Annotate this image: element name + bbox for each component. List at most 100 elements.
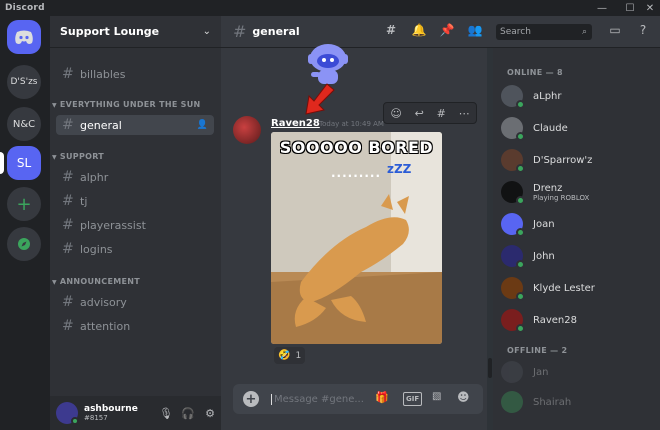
category-everything[interactable]: ▼ EVERYTHING UNDER THE SUN [52,100,201,109]
bell-icon[interactable]: 🔔 [409,23,429,41]
chevron-down-icon: ▼ [52,279,57,286]
channel-logins[interactable]: # logins [56,239,214,259]
channel-attention[interactable]: # attention [56,316,214,336]
search-input[interactable]: Search ⌕ [496,24,592,40]
online-status-icon [516,196,525,205]
server-dszs[interactable]: D'S'zs [7,65,41,99]
hash-icon: # [62,318,74,334]
category-label: SUPPORT [59,152,105,161]
message-actions-bar: ☺ ↩ # ⋯ [383,102,477,124]
channel-billables[interactable]: # billables [56,64,214,84]
reaction-chip[interactable]: 🤣 1 [274,347,306,364]
username: ashbourne [84,404,138,414]
hash-icon: # [62,193,74,209]
online-status-icon [71,417,79,425]
channel-general[interactable]: # general 👤 [56,115,214,135]
hash-icon: # [62,66,74,82]
chevron-down-icon: ▼ [52,102,57,109]
gear-icon[interactable]: ⚙ [199,407,221,420]
add-reaction-icon[interactable]: ☺ [390,107,401,120]
chevron-down-icon: ▼ [52,154,57,161]
member-list: ONLINE — 8 aLphr Claude D'Sparrow'z Drenz Pl… [493,48,660,430]
member-item[interactable]: Klyde Lester [501,276,651,301]
home-button[interactable] [7,20,41,54]
gif-attachment[interactable]: SOOOOO BORED ......... zZZ [271,132,442,344]
gif-picker-button[interactable]: GIF [403,392,423,406]
channel-label: billables [80,67,126,81]
guild-header[interactable]: Support Lounge ⌄ [50,16,221,48]
channel-topbar: # general # 🔔 📌 👥 Search ⌕ ▭ ? [221,16,660,48]
member-activity: Playing ROBLOX [533,193,590,202]
member-list-icon[interactable]: 👥 [465,23,485,41]
member-item[interactable]: D'Sparrow'z [501,148,651,173]
user-tag: #8157 [84,414,108,422]
app-title: Discord [5,3,45,13]
avatar [501,181,525,205]
emoji-icon[interactable]: ☻ [457,390,470,404]
avatar [501,309,525,333]
channel-alphr[interactable]: # alphr [56,167,214,187]
threads-icon[interactable]: # [381,23,401,41]
member-item[interactable]: aLphr [501,84,651,109]
avatar[interactable] [233,116,261,144]
add-server-icon[interactable]: + [7,187,41,221]
hash-icon: # [233,22,247,41]
gif-zzz: zZZ [387,162,412,176]
channel-tj[interactable]: # tj [56,191,214,211]
help-icon[interactable]: ? [633,23,653,41]
gift-icon[interactable]: 🎁 [375,391,389,404]
member-item[interactable]: John [501,244,651,269]
offline-header: OFFLINE — 2 [507,346,568,355]
sticker-icon[interactable]: ▧ [432,391,441,402]
message-author[interactable]: Raven28 [271,118,320,129]
chevron-down-icon: ⌄ [202,26,211,37]
more-icon[interactable]: ⋯ [459,107,470,120]
message-composer: + Message #gene... 🎁 GIF ▧ ☻ [233,384,483,414]
inbox-icon[interactable]: ▭ [605,23,625,41]
server-nc[interactable]: N&C [7,107,41,141]
rofl-emoji-icon: 🤣 [278,350,291,361]
avatar [501,245,525,269]
microphone-icon[interactable]: 🎙 [155,407,177,420]
channel-title: # general [233,22,300,41]
member-name: Claude [533,122,568,134]
message-input[interactable]: Message #gene... [271,393,363,405]
server-sl[interactable]: SL [7,146,41,180]
avatar [501,149,525,173]
member-item[interactable]: Raven28 [501,308,651,333]
member-item[interactable]: Claude [501,116,651,141]
member-item[interactable]: Drenz Playing ROBLOX [501,180,651,205]
channel-advisory[interactable]: # advisory [56,292,214,312]
reply-icon[interactable]: ↩ [415,107,424,120]
category-announcement[interactable]: ▼ ANNOUNCEMENT [52,277,140,286]
upload-plus-icon[interactable]: + [243,391,259,407]
create-thread-icon[interactable]: # [437,107,446,120]
close-button[interactable]: ✕ [636,0,660,16]
search-icon: ⌕ [581,27,587,37]
member-name: Shairah [533,396,572,408]
gif-dots: ......... [331,166,382,180]
avatar [501,117,525,141]
hash-icon: # [62,169,74,185]
member-item[interactable]: Joan [501,212,651,237]
member-name: Klyde Lester [533,282,595,294]
scrollbar-thumb[interactable] [488,358,492,378]
member-name: Drenz [533,182,563,194]
channel-playerassist[interactable]: # playerassist [56,215,214,235]
explore-servers-icon[interactable] [7,227,41,261]
online-status-icon [516,260,525,269]
avatar[interactable] [56,402,79,425]
pin-icon[interactable]: 📌 [437,23,457,41]
headphones-icon[interactable]: 🎧 [177,407,199,420]
minimize-button[interactable]: — [588,0,616,16]
member-item[interactable]: Shairah [501,390,651,414]
channel-sidebar: Support Lounge ⌄ # billables ▼ EVERYTHING… [50,16,221,430]
category-support[interactable]: ▼ SUPPORT [52,152,104,161]
cat-gif-image [271,132,442,344]
online-status-icon [516,100,525,109]
invite-icon[interactable]: 👤 [197,120,208,130]
channel-label: attention [80,319,131,333]
server-rail: D'S'zs N&C SL + [0,16,50,430]
member-item[interactable]: Jan [501,360,651,384]
reaction-count: 1 [295,350,302,361]
